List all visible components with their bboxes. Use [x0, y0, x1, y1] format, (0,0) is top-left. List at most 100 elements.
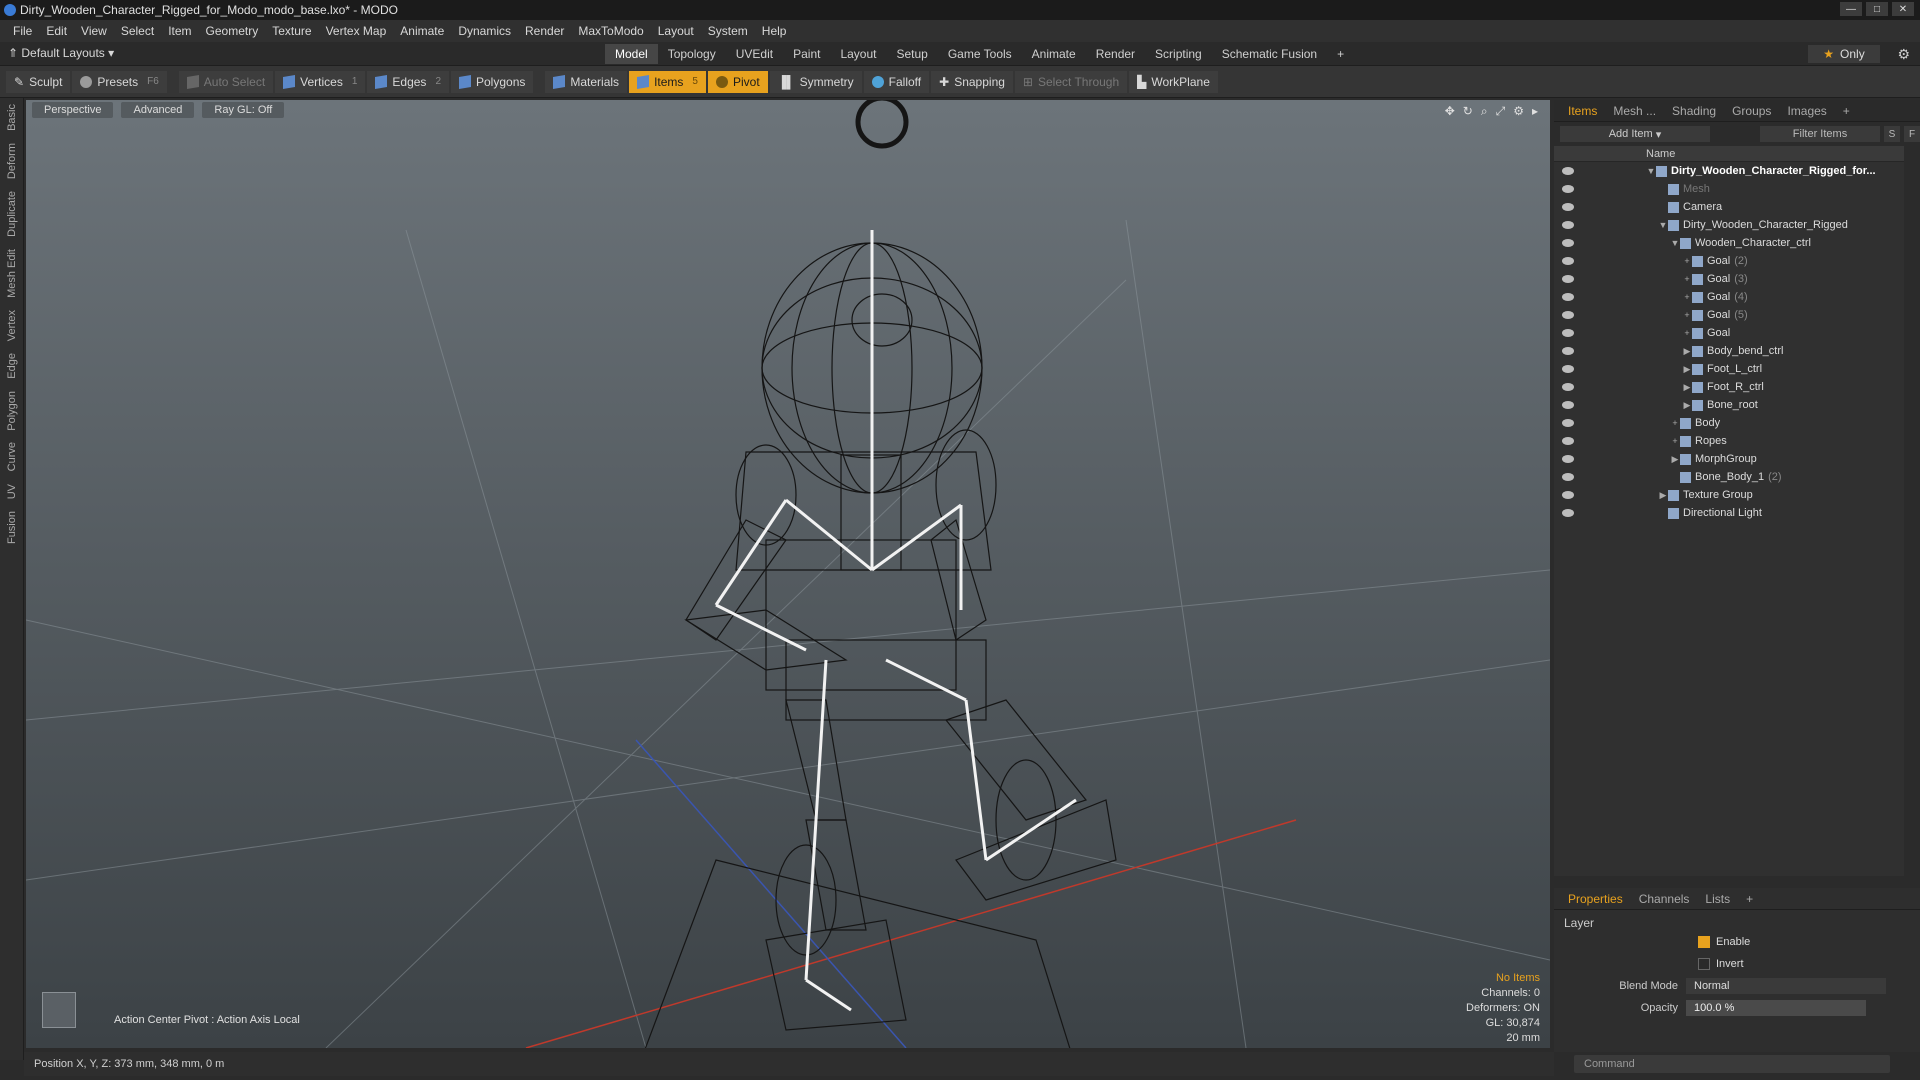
expand-toggle-icon[interactable]: + — [1682, 310, 1692, 320]
tab-animate[interactable]: Animate — [1022, 44, 1086, 64]
blend-mode-select[interactable]: Normal — [1686, 978, 1886, 994]
tab-curve[interactable]: Curve — [6, 436, 18, 477]
select-through-button[interactable]: ⊞ Select Through — [1014, 70, 1128, 93]
tree-row[interactable]: Mesh — [1554, 180, 1904, 198]
raygl-button[interactable]: Ray GL: Off — [202, 102, 285, 118]
visibility-eye-icon[interactable] — [1562, 509, 1574, 517]
tab-polygon[interactable]: Polygon — [6, 385, 18, 437]
tab-groups[interactable]: Groups — [1724, 101, 1779, 121]
tab-setup[interactable]: Setup — [886, 44, 937, 64]
tree-row[interactable]: ▶ Foot_L_ctrl — [1554, 360, 1904, 378]
f-toggle-button[interactable]: F — [1904, 126, 1920, 142]
tab-properties[interactable]: Properties — [1560, 889, 1631, 909]
visibility-eye-icon[interactable] — [1562, 437, 1574, 445]
tree-row[interactable]: + Goal (4) — [1554, 288, 1904, 306]
rotate-icon[interactable]: ↻ — [1463, 104, 1473, 119]
visibility-eye-icon[interactable] — [1562, 455, 1574, 463]
tree-row[interactable]: ▶ Bone_root — [1554, 396, 1904, 414]
visibility-eye-icon[interactable] — [1562, 293, 1574, 301]
polygons-button[interactable]: Polygons — [451, 70, 534, 93]
tree-row[interactable]: ▶ Texture Group — [1554, 486, 1904, 504]
tree-row[interactable]: ▶ MorphGroup — [1554, 450, 1904, 468]
visibility-eye-icon[interactable] — [1562, 329, 1574, 337]
tab-vertex[interactable]: Vertex — [6, 304, 18, 347]
expand-toggle-icon[interactable]: ▼ — [1646, 166, 1656, 176]
close-icon[interactable]: ✕ — [1892, 2, 1914, 16]
menu-select[interactable]: Select — [114, 24, 161, 38]
expand-toggle-icon[interactable]: ▶ — [1682, 382, 1692, 393]
tab-basic[interactable]: Basic — [6, 98, 18, 137]
command-input[interactable]: Command — [1574, 1055, 1890, 1073]
menu-file[interactable]: File — [6, 24, 39, 38]
visibility-eye-icon[interactable] — [1562, 311, 1574, 319]
tab-layout[interactable]: Layout — [830, 44, 886, 64]
fit-icon[interactable]: ⤢ — [1496, 104, 1506, 119]
menu-dynamics[interactable]: Dynamics — [451, 24, 518, 38]
tab-render[interactable]: Render — [1086, 44, 1145, 64]
visibility-eye-icon[interactable] — [1562, 239, 1574, 247]
tab-edge[interactable]: Edge — [6, 347, 18, 385]
menu-texture[interactable]: Texture — [265, 24, 318, 38]
zoom-icon[interactable]: ⌕ — [1481, 104, 1488, 119]
3d-viewport[interactable]: Perspective Advanced Ray GL: Off ✥ ↻ ⌕ ⤢… — [26, 100, 1550, 1048]
menu-maxtomodo[interactable]: MaxToModo — [571, 24, 650, 38]
invert-checkbox[interactable] — [1698, 958, 1710, 970]
tab-mesh[interactable]: Mesh ... — [1605, 101, 1664, 121]
tab-duplicate[interactable]: Duplicate — [6, 185, 18, 243]
workplane-button[interactable]: ▙ WorkPlane — [1129, 70, 1218, 93]
tree-row[interactable]: Camera — [1554, 198, 1904, 216]
tree-row[interactable]: + Goal (2) — [1554, 252, 1904, 270]
expand-toggle-icon[interactable]: ▼ — [1658, 220, 1668, 230]
pan-icon[interactable]: ✥ — [1445, 104, 1455, 119]
tree-row[interactable]: Directional Light — [1554, 504, 1904, 522]
tree-row[interactable]: ▶ Body_bend_ctrl — [1554, 342, 1904, 360]
tab-game-tools[interactable]: Game Tools — [938, 44, 1022, 64]
tree-row[interactable]: + Goal — [1554, 324, 1904, 342]
auto-select-button[interactable]: Auto Select — [178, 70, 274, 93]
tab-lists[interactable]: Lists — [1697, 889, 1738, 909]
add-item-dropdown[interactable]: Add Item ▾ — [1560, 126, 1710, 142]
visibility-eye-icon[interactable] — [1562, 401, 1574, 409]
tree-row[interactable]: + Goal (3) — [1554, 270, 1904, 288]
visibility-eye-icon[interactable] — [1562, 419, 1574, 427]
edges-button[interactable]: Edges 2 — [367, 70, 449, 93]
tab-deform[interactable]: Deform — [6, 137, 18, 185]
minimize-icon[interactable]: — — [1840, 2, 1862, 16]
tab-images[interactable]: Images — [1779, 101, 1834, 121]
gear-icon[interactable]: ⚙ — [1897, 46, 1910, 63]
sculpt-button[interactable]: ✎ Sculpt — [6, 70, 71, 93]
maximize-icon[interactable]: □ — [1866, 2, 1888, 16]
visibility-eye-icon[interactable] — [1562, 167, 1574, 175]
add-properties-tab-icon[interactable]: + — [1738, 889, 1761, 909]
menu-layout[interactable]: Layout — [651, 24, 701, 38]
tree-row[interactable]: + Body — [1554, 414, 1904, 432]
tab-uv[interactable]: UV — [6, 478, 18, 505]
expand-toggle-icon[interactable]: + — [1682, 256, 1692, 266]
menu-edit[interactable]: Edit — [39, 24, 74, 38]
tab-mesh-edit[interactable]: Mesh Edit — [6, 243, 18, 304]
tab-channels[interactable]: Channels — [1631, 889, 1698, 909]
perspective-button[interactable]: Perspective — [32, 102, 114, 118]
tree-row[interactable]: Bone_Body_1 (2) — [1554, 468, 1904, 486]
add-panel-tab-icon[interactable]: + — [1835, 101, 1858, 121]
tab-items[interactable]: Items — [1560, 101, 1605, 121]
tree-row[interactable]: ▼ Dirty_Wooden_Character_Rigged — [1554, 216, 1904, 234]
tab-model[interactable]: Model — [605, 44, 658, 64]
menu-animate[interactable]: Animate — [393, 24, 451, 38]
viewport-expand-icon[interactable]: ▸ — [1532, 104, 1538, 119]
tab-uvedit[interactable]: UVEdit — [726, 44, 783, 64]
expand-toggle-icon[interactable]: + — [1682, 292, 1692, 302]
wireframe-scene[interactable] — [26, 100, 1550, 1048]
tree-row[interactable]: ▼ Dirty_Wooden_Character_Rigged_for... — [1554, 162, 1904, 180]
tab-scripting[interactable]: Scripting — [1145, 44, 1212, 64]
expand-toggle-icon[interactable]: + — [1670, 418, 1680, 428]
expand-toggle-icon[interactable]: + — [1670, 436, 1680, 446]
tab-paint[interactable]: Paint — [783, 44, 830, 64]
tab-shading[interactable]: Shading — [1664, 101, 1724, 121]
add-tab-icon[interactable]: + — [1327, 44, 1354, 64]
expand-toggle-icon[interactable]: + — [1682, 328, 1692, 338]
tree-row[interactable]: + Ropes — [1554, 432, 1904, 450]
expand-toggle-icon[interactable]: ▶ — [1658, 490, 1668, 501]
tree-row[interactable]: ▼ Wooden_Character_ctrl — [1554, 234, 1904, 252]
visibility-eye-icon[interactable] — [1562, 347, 1574, 355]
